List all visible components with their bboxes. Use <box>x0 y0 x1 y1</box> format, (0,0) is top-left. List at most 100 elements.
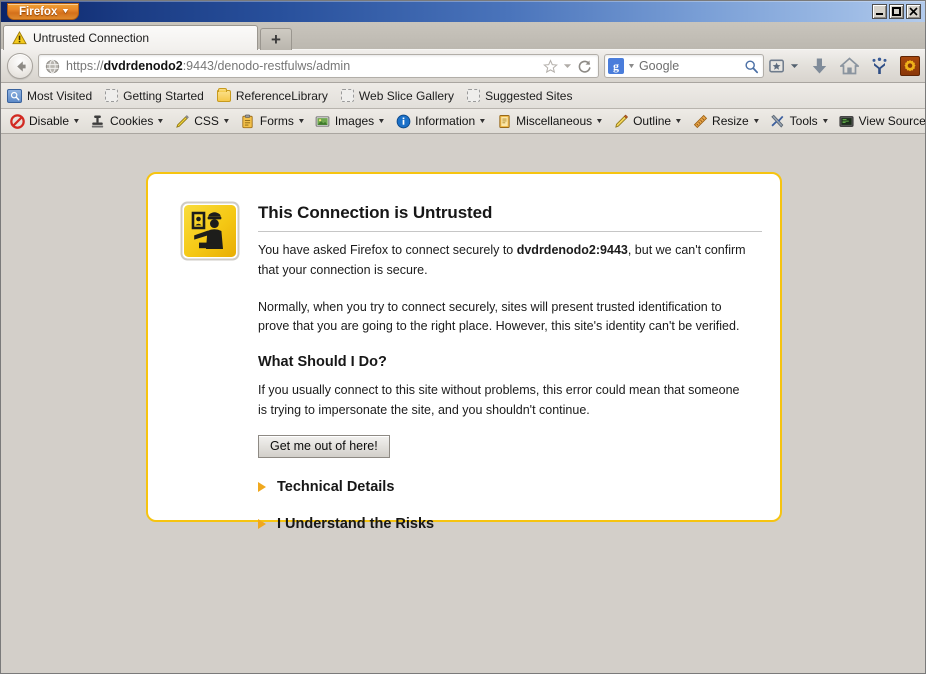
monitor-icon <box>839 113 855 129</box>
get-me-out-label: Get me out of here! <box>270 439 378 453</box>
chevron-down-icon: ▼ <box>61 8 71 15</box>
firefox-menu-label: Firefox <box>19 5 58 18</box>
css-pencil-icon <box>174 113 190 129</box>
i-understand-the-risks-expander[interactable]: I Understand the Risks <box>258 516 762 532</box>
bookmark-label: Web Slice Gallery <box>358 88 455 103</box>
new-tab-label: + <box>271 29 281 49</box>
url-path: :9443/denodo-restfulws/admin <box>182 59 351 73</box>
technical-details-label: Technical Details <box>277 478 395 495</box>
chevron-right-icon <box>258 481 266 492</box>
firefox-menu-button[interactable]: Firefox ▼ <box>7 3 80 20</box>
devtool-tools[interactable]: Tools ▼ <box>767 112 832 130</box>
bookmarks-button[interactable] <box>769 58 799 74</box>
back-arrow-icon <box>16 60 26 72</box>
close-button[interactable] <box>906 4 921 19</box>
devtool-label: Forms <box>259 114 294 128</box>
extension-button[interactable] <box>871 57 888 75</box>
url-host: dvdrdenodo2 <box>103 59 183 73</box>
addon-options-button[interactable] <box>900 56 920 76</box>
devtool-label: CSS <box>194 114 219 128</box>
devtool-css[interactable]: CSS ▼ <box>171 112 233 130</box>
folder-icon <box>216 87 231 102</box>
bookmarks-toolbar: Most Visited Getting Started ReferenceLi… <box>1 83 925 109</box>
navigation-toolbar: https://dvdrdenodo2:9443/denodo-restfulw… <box>1 49 925 83</box>
devtool-outline[interactable]: Outline ▼ <box>610 112 685 130</box>
chevron-down-icon: ▼ <box>156 117 165 125</box>
paragraph-1-host: dvdrdenodo2:9443 <box>516 243 628 257</box>
misc-icon <box>496 113 512 129</box>
devtool-label: Miscellaneous <box>516 114 593 128</box>
downloads-button[interactable] <box>811 57 828 75</box>
minimize-icon <box>876 13 883 15</box>
bookmark-reference-library[interactable]: ReferenceLibrary <box>216 87 328 103</box>
new-tab-button[interactable]: + <box>260 28 292 50</box>
devtool-view-source[interactable]: View Source ▼ <box>836 112 925 130</box>
page-title: This Connection is Untrusted <box>258 203 762 232</box>
url-bar-actions <box>543 58 594 74</box>
error-paragraph-3: If you usually connect to this site with… <box>258 383 740 417</box>
bookmark-most-visited[interactable]: Most Visited <box>7 88 93 103</box>
bookmark-suggested-sites[interactable]: Suggested Sites <box>467 89 572 103</box>
error-paragraph-2: Normally, when you try to connect secure… <box>258 299 740 334</box>
reload-icon[interactable] <box>577 59 592 74</box>
chevron-down-icon[interactable] <box>563 62 572 70</box>
chevron-down-icon <box>790 64 799 68</box>
close-icon <box>909 7 918 16</box>
i-understand-the-risks-label: I Understand the Risks <box>277 515 435 532</box>
magnifier-icon[interactable] <box>744 59 759 74</box>
minimize-button[interactable] <box>872 4 887 19</box>
search-bar[interactable]: g ▼ Google <box>604 54 764 78</box>
url-bar[interactable]: https://dvdrdenodo2:9443/denodo-restfulw… <box>38 54 599 78</box>
get-me-out-button[interactable]: Get me out of here! <box>258 434 390 458</box>
devtool-miscellaneous[interactable]: Miscellaneous ▼ <box>493 112 606 130</box>
bookmark-label: Suggested Sites <box>485 88 573 103</box>
devtool-label: Information <box>415 114 476 128</box>
devtool-images[interactable]: Images ▼ <box>312 112 388 130</box>
tab-label: Untrusted Connection <box>33 31 150 45</box>
url-scheme: https:// <box>66 59 104 73</box>
devtool-label: Resize <box>712 114 749 128</box>
devtool-forms[interactable]: Forms ▼ <box>237 112 308 130</box>
star-icon[interactable] <box>543 58 558 74</box>
devtool-resize[interactable]: Resize ▼ <box>689 112 763 130</box>
cookie-stamp-icon <box>90 113 106 129</box>
technical-details-expander[interactable]: Technical Details <box>258 479 762 495</box>
back-button[interactable] <box>7 53 33 79</box>
bookmark-label: Most Visited <box>27 88 93 103</box>
globe-icon <box>45 59 60 73</box>
maximize-icon <box>892 7 901 16</box>
placeholder-icon <box>105 89 119 102</box>
devtool-cookies[interactable]: Cookies ▼ <box>87 112 167 130</box>
devtool-information[interactable]: Information ▼ <box>392 112 489 130</box>
chevron-down-icon[interactable]: ▼ <box>627 63 636 70</box>
search-bookmark-icon <box>7 88 22 103</box>
bookmark-web-slice-gallery[interactable]: Web Slice Gallery <box>340 88 455 103</box>
error-paragraph-1: You have asked Firefox to connect secure… <box>258 241 750 281</box>
maximize-button[interactable] <box>889 4 904 19</box>
placeholder-icon <box>467 89 481 102</box>
devtool-disable[interactable]: Disable ▼ <box>6 112 83 130</box>
devtool-label: Outline <box>633 114 672 128</box>
devtool-label: View Source <box>858 114 925 128</box>
warning-triangle-icon <box>12 31 27 45</box>
devtool-label: Cookies <box>109 114 154 128</box>
home-button[interactable] <box>840 57 859 75</box>
chevron-down-icon: ▼ <box>297 117 306 125</box>
download-arrow-icon <box>812 58 827 74</box>
tab-strip: Untrusted Connection + <box>1 22 925 50</box>
tools-icon <box>770 113 786 129</box>
google-badge-icon: g <box>608 58 624 74</box>
devtool-label: Tools <box>789 114 818 128</box>
bookmark-getting-started[interactable]: Getting Started <box>105 89 204 103</box>
title-bar: Firefox ▼ <box>1 1 925 22</box>
home-icon <box>840 57 859 75</box>
bookmark-label: Getting Started <box>123 88 204 103</box>
window-controls <box>872 4 921 19</box>
chevron-right-icon <box>258 518 266 529</box>
tab-untrusted-connection[interactable]: Untrusted Connection <box>3 25 258 50</box>
url-text[interactable]: https://dvdrdenodo2:9443/denodo-restfulw… <box>66 59 537 73</box>
search-input[interactable]: Google <box>639 59 740 73</box>
picture-icon <box>315 113 331 129</box>
ruler-icon <box>692 113 708 129</box>
chevron-down-icon: ▼ <box>478 117 487 125</box>
